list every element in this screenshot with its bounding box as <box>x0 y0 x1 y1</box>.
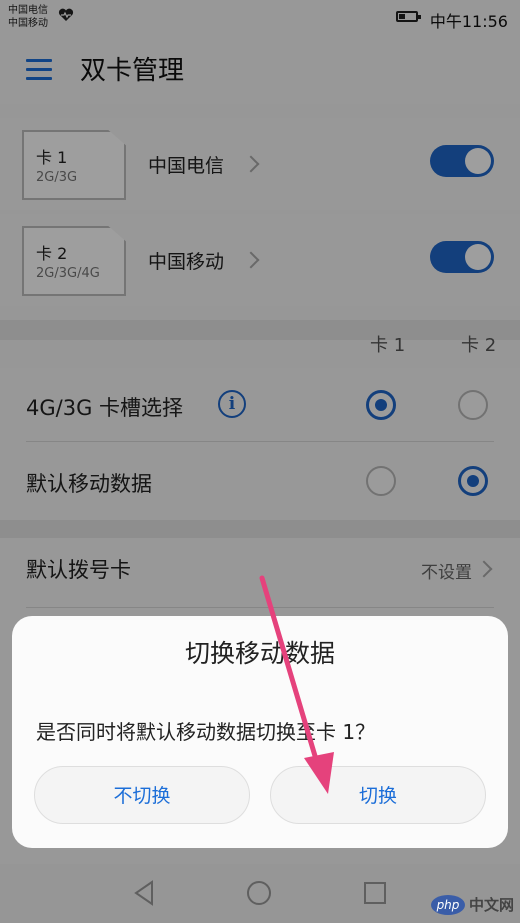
annotation-arrow-icon <box>259 575 334 794</box>
watermark-text: 中文网 <box>468 896 514 914</box>
watermark: php 中文网 <box>430 894 514 915</box>
watermark-logo: php <box>430 894 465 915</box>
